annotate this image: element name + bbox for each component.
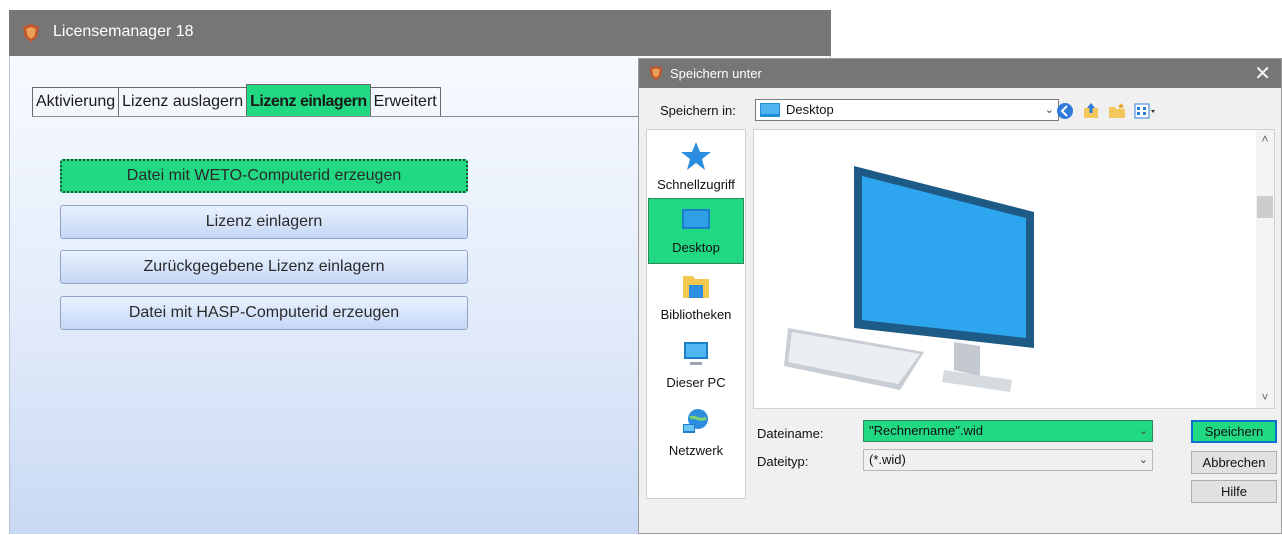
place-dieser-pc[interactable]: Dieser PC <box>648 334 744 400</box>
place-bibliotheken[interactable]: Bibliotheken <box>648 266 744 332</box>
desktop-computer-illustration-icon <box>784 166 1034 392</box>
tab-lizenz-einlagern[interactable]: Lizenz einlagern <box>246 84 371 116</box>
folder-library-icon <box>683 276 709 298</box>
place-netzwerk[interactable]: Netzwerk <box>648 402 744 468</box>
desktop-small-icon <box>760 103 780 117</box>
save-as-dialog: Speichern unter ✕ Speichern in: Desktop … <box>638 58 1282 534</box>
new-folder-icon[interactable] <box>1108 102 1126 120</box>
create-weto-computerid-button[interactable]: Datei mit WETO-Computerid erzeugen <box>60 159 468 193</box>
app-shield-icon <box>23 24 39 42</box>
chevron-down-icon: ⌄ <box>1138 425 1148 437</box>
save-in-dropdown[interactable]: Desktop ⌄ <box>755 99 1059 121</box>
close-icon[interactable]: ✕ <box>1254 61 1271 86</box>
tab-lizenz-auslagern[interactable]: Lizenz auslagern <box>118 87 248 116</box>
scroll-up-icon[interactable]: ˄ <box>1256 132 1274 146</box>
network-icon <box>683 409 708 433</box>
place-label: Schnellzugriff <box>657 177 735 192</box>
navigation-toolbar <box>1056 102 1156 120</box>
place-desktop[interactable]: Desktop <box>648 198 744 264</box>
desktop-icon <box>682 209 710 229</box>
chevron-down-icon: ⌄ <box>1138 454 1148 466</box>
help-button[interactable]: Hilfe <box>1191 480 1277 503</box>
scroll-thumb[interactable] <box>1257 196 1273 218</box>
filetype-label: Dateityp: <box>757 454 809 469</box>
up-folder-icon[interactable] <box>1082 102 1100 120</box>
tab-aktivierung[interactable]: Aktivierung <box>32 87 120 116</box>
dialog-titlebar[interactable]: Speichern unter ✕ <box>639 59 1281 88</box>
dialog-title: Speichern unter <box>670 66 762 81</box>
place-label: Desktop <box>672 240 720 255</box>
back-icon[interactable] <box>1056 102 1074 120</box>
file-list-area[interactable]: ˄ ˅ <box>753 129 1275 409</box>
filetype-value: (*.wid) <box>869 452 906 467</box>
places-bar: Schnellzugriff Desktop Bibliotheken Dies… <box>646 129 746 499</box>
star-icon <box>681 142 711 170</box>
place-schnellzugriff[interactable]: Schnellzugriff <box>648 136 744 202</box>
save-in-label: Speichern in: <box>660 103 736 118</box>
app-shield-icon <box>649 65 663 81</box>
filename-label: Dateiname: <box>757 426 824 441</box>
cancel-button[interactable]: Abbrechen <box>1191 451 1277 474</box>
tab-erweitert[interactable]: Erweitert <box>369 87 441 116</box>
tab-strip: Aktivierung Lizenz auslagern Lizenz einl… <box>32 84 441 117</box>
main-window-title: Licensemanager 18 <box>53 23 194 40</box>
save-in-value: Desktop <box>786 102 834 117</box>
view-menu-icon[interactable] <box>1134 102 1156 120</box>
import-returned-license-button[interactable]: Zurückgegebene Lizenz einlagern <box>60 250 468 284</box>
save-button[interactable]: Speichern <box>1191 420 1277 443</box>
place-label: Netzwerk <box>668 443 724 458</box>
chevron-down-icon: ⌄ <box>1044 104 1054 116</box>
place-label: Bibliotheken <box>660 307 732 322</box>
computer-icon <box>684 342 708 365</box>
place-label: Dieser PC <box>666 375 726 390</box>
filetype-dropdown[interactable]: (*.wid) ⌄ <box>863 449 1153 471</box>
filename-value: "Rechnername".wid <box>869 423 984 438</box>
file-list-scrollbar[interactable]: ˄ ˅ <box>1256 130 1274 408</box>
import-license-button[interactable]: Lizenz einlagern <box>60 205 468 239</box>
scroll-down-icon[interactable]: ˅ <box>1256 390 1274 404</box>
main-titlebar[interactable]: Licensemanager 18 <box>9 10 831 56</box>
filename-input[interactable]: "Rechnername".wid ⌄ <box>863 420 1153 442</box>
create-hasp-computerid-button[interactable]: Datei mit HASP-Computerid erzeugen <box>60 296 468 330</box>
